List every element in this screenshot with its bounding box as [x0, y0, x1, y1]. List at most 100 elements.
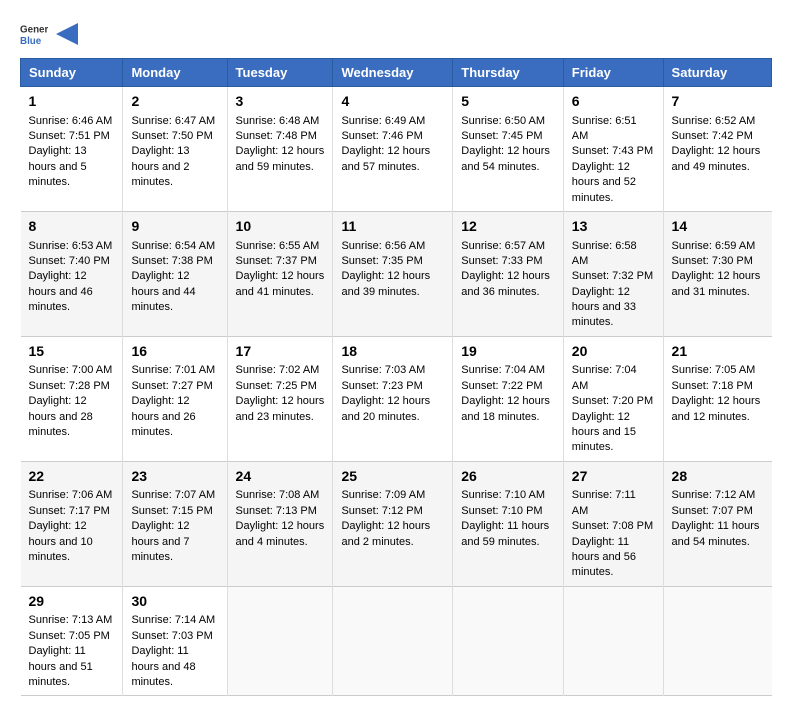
calendar-cell: 6 Sunrise: 6:51 AM Sunset: 7:43 PM Daylight…	[563, 87, 663, 212]
sunset-text: Sunset: 7:18 PM	[672, 380, 753, 392]
daylight-text: Daylight: 12 hours and 20 minutes.	[341, 395, 430, 422]
header-wednesday: Wednesday	[333, 59, 453, 87]
calendar-cell: 21Sunrise: 7:05 AMSunset: 7:18 PMDayligh…	[663, 336, 771, 461]
sunset-text: Sunset: 7:28 PM	[29, 380, 110, 392]
sunrise-text: Sunrise: 7:03 AM	[341, 364, 425, 376]
calendar-cell: 16Sunrise: 7:01 AMSunset: 7:27 PMDayligh…	[123, 336, 227, 461]
sunrise-text: Sunrise: 7:11 AM	[572, 489, 636, 516]
sunset-text: Sunset: 7:35 PM	[341, 255, 422, 267]
daylight-text: Daylight: 11 hours and 48 minutes.	[131, 645, 195, 688]
sunset-text: Sunset: 7:20 PM	[572, 395, 653, 407]
sunset-text: Sunset: 7:03 PM	[131, 630, 212, 642]
day-number: 8	[29, 217, 115, 237]
page-header: General Blue	[20, 20, 772, 48]
calendar-cell: 1Sunrise: 6:46 AMSunset: 7:51 PMDaylight…	[21, 87, 123, 212]
calendar-cell: 30Sunrise: 7:14 AMSunset: 7:03 PMDayligh…	[123, 586, 227, 696]
day-number: 16	[131, 342, 218, 362]
daylight-text: Daylight: 12 hours and 26 minutes.	[131, 395, 195, 438]
sunrise-text: Sunrise: 7:02 AM	[236, 364, 320, 376]
day-number: 22	[29, 467, 115, 487]
day-number: 3	[236, 92, 325, 112]
calendar-cell: 5Sunrise: 6:50 AMSunset: 7:45 PMDaylight…	[453, 87, 564, 212]
sunrise-text: Sunrise: 6:49 AM	[341, 115, 425, 127]
header-sunday: Sunday	[21, 59, 123, 87]
sunrise-text: Sunrise: 7:04 AM	[461, 364, 545, 376]
calendar-cell	[227, 586, 333, 696]
calendar-week-row: 15Sunrise: 7:00 AMSunset: 7:28 PMDayligh…	[21, 336, 772, 461]
sunrise-text: Sunrise: 6:53 AM	[29, 240, 113, 252]
sunset-text: Sunset: 7:50 PM	[131, 130, 212, 142]
day-number: 7	[672, 92, 764, 112]
calendar-cell: 9Sunrise: 6:54 AMSunset: 7:38 PMDaylight…	[123, 211, 227, 336]
daylight-text: Daylight: 12 hours and 18 minutes.	[461, 395, 550, 422]
calendar-cell: 14Sunrise: 6:59 AMSunset: 7:30 PMDayligh…	[663, 211, 771, 336]
calendar-cell: 26Sunrise: 7:10 AMSunset: 7:10 PMDayligh…	[453, 461, 564, 586]
sunset-text: Sunset: 7:43 PM	[572, 145, 653, 157]
calendar-cell: 19 Sunrise: 7:04 AM Sunset: 7:22 PM Dayligh…	[453, 336, 564, 461]
svg-text:Blue: Blue	[20, 36, 42, 47]
sunrise-text: Sunrise: 7:09 AM	[341, 489, 425, 501]
sunrise-text: Sunrise: 7:10 AM	[461, 489, 545, 501]
daylight-text: Daylight: 12 hours and 10 minutes.	[29, 520, 93, 563]
sunset-text: Sunset: 7:37 PM	[236, 255, 317, 267]
day-number: 5	[461, 92, 555, 112]
sunset-text: Sunset: 7:15 PM	[131, 505, 212, 517]
header-thursday: Thursday	[453, 59, 564, 87]
sunrise-text: Sunrise: 6:54 AM	[131, 240, 215, 252]
daylight-text: Daylight: 12 hours and 41 minutes.	[236, 270, 325, 297]
daylight-text: Daylight: 12 hours and 12 minutes.	[672, 395, 761, 422]
sunrise-text: Sunrise: 6:57 AM	[461, 240, 545, 252]
calendar-cell	[663, 586, 771, 696]
sunrise-text: Sunrise: 6:51 AM	[572, 115, 637, 142]
sunset-text: Sunset: 7:22 PM	[461, 380, 542, 392]
calendar-cell: 17 Sunrise: 7:02 AM Sunset: 7:25 PM Dayligh…	[227, 336, 333, 461]
daylight-text: Daylight: 12 hours and 7 minutes.	[131, 520, 189, 563]
sunrise-text: Sunrise: 6:55 AM	[236, 240, 320, 252]
calendar-header-row: SundayMondayTuesdayWednesdayThursdayFrid…	[21, 59, 772, 87]
day-number: 4	[341, 92, 444, 112]
sunrise-text: Sunrise: 7:14 AM	[131, 614, 215, 626]
daylight-text: Daylight: 13 hours and 5 minutes.	[29, 145, 87, 188]
sunset-text: Sunset: 7:40 PM	[29, 255, 110, 267]
daylight-text: Daylight: 12 hours and 15 minutes.	[572, 411, 636, 454]
calendar-cell: 22 Sunrise: 7:06 AM Sunset: 7:17 PM Dayligh…	[21, 461, 123, 586]
daylight-text: Daylight: 12 hours and 59 minutes.	[236, 145, 325, 172]
calendar-cell: 23Sunrise: 7:07 AMSunset: 7:15 PMDayligh…	[123, 461, 227, 586]
sunrise-text: Sunrise: 7:01 AM	[131, 364, 215, 376]
calendar-cell: 11Sunrise: 6:56 AMSunset: 7:35 PMDayligh…	[333, 211, 453, 336]
calendar-cell	[453, 586, 564, 696]
calendar-cell: 29Sunrise: 7:13 AMSunset: 7:05 PMDayligh…	[21, 586, 123, 696]
daylight-text: Daylight: 12 hours and 23 minutes.	[236, 395, 325, 422]
calendar-cell: 18Sunrise: 7:03 AMSunset: 7:23 PMDayligh…	[333, 336, 453, 461]
calendar-cell: 4Sunrise: 6:49 AMSunset: 7:46 PMDaylight…	[333, 87, 453, 212]
sunset-text: Sunset: 7:48 PM	[236, 130, 317, 142]
day-number: 14	[672, 217, 764, 237]
sunrise-text: Sunrise: 6:52 AM	[672, 115, 756, 127]
day-number: 6	[572, 92, 655, 112]
sunrise-text: Sunrise: 6:59 AM	[672, 240, 756, 252]
calendar-cell: 2Sunrise: 6:47 AMSunset: 7:50 PMDaylight…	[123, 87, 227, 212]
day-number: 28	[672, 467, 764, 487]
sunset-text: Sunset: 7:25 PM	[236, 380, 317, 392]
day-number: 10	[236, 217, 325, 237]
calendar-cell: 13Sunrise: 6:58 AMSunset: 7:32 PMDayligh…	[563, 211, 663, 336]
daylight-text: Daylight: 12 hours and 2 minutes.	[341, 520, 430, 547]
calendar-cell: 24Sunrise: 7:08 AMSunset: 7:13 PMDayligh…	[227, 461, 333, 586]
daylight-text: Daylight: 12 hours and 52 minutes.	[572, 161, 636, 204]
day-number: 19	[461, 342, 555, 362]
calendar-week-row: 29Sunrise: 7:13 AMSunset: 7:05 PMDayligh…	[21, 586, 772, 696]
calendar-week-row: 8 Sunrise: 6:53 AM Sunset: 7:40 PM Daylight…	[21, 211, 772, 336]
sunset-text: Sunset: 7:45 PM	[461, 130, 542, 142]
calendar-cell: 12Sunrise: 6:57 AMSunset: 7:33 PMDayligh…	[453, 211, 564, 336]
sunrise-text: Sunrise: 7:05 AM	[672, 364, 756, 376]
sunset-text: Sunset: 7:32 PM	[572, 270, 653, 282]
day-number: 12	[461, 217, 555, 237]
sunset-text: Sunset: 7:42 PM	[672, 130, 753, 142]
sunset-text: Sunset: 7:17 PM	[29, 505, 110, 517]
sunset-text: Sunset: 7:51 PM	[29, 130, 110, 142]
calendar-table: SundayMondayTuesdayWednesdayThursdayFrid…	[20, 58, 772, 696]
header-tuesday: Tuesday	[227, 59, 333, 87]
svg-text:General: General	[20, 25, 48, 36]
sunrise-text: Sunrise: 7:06 AM	[29, 489, 113, 501]
day-number: 17	[236, 342, 325, 362]
